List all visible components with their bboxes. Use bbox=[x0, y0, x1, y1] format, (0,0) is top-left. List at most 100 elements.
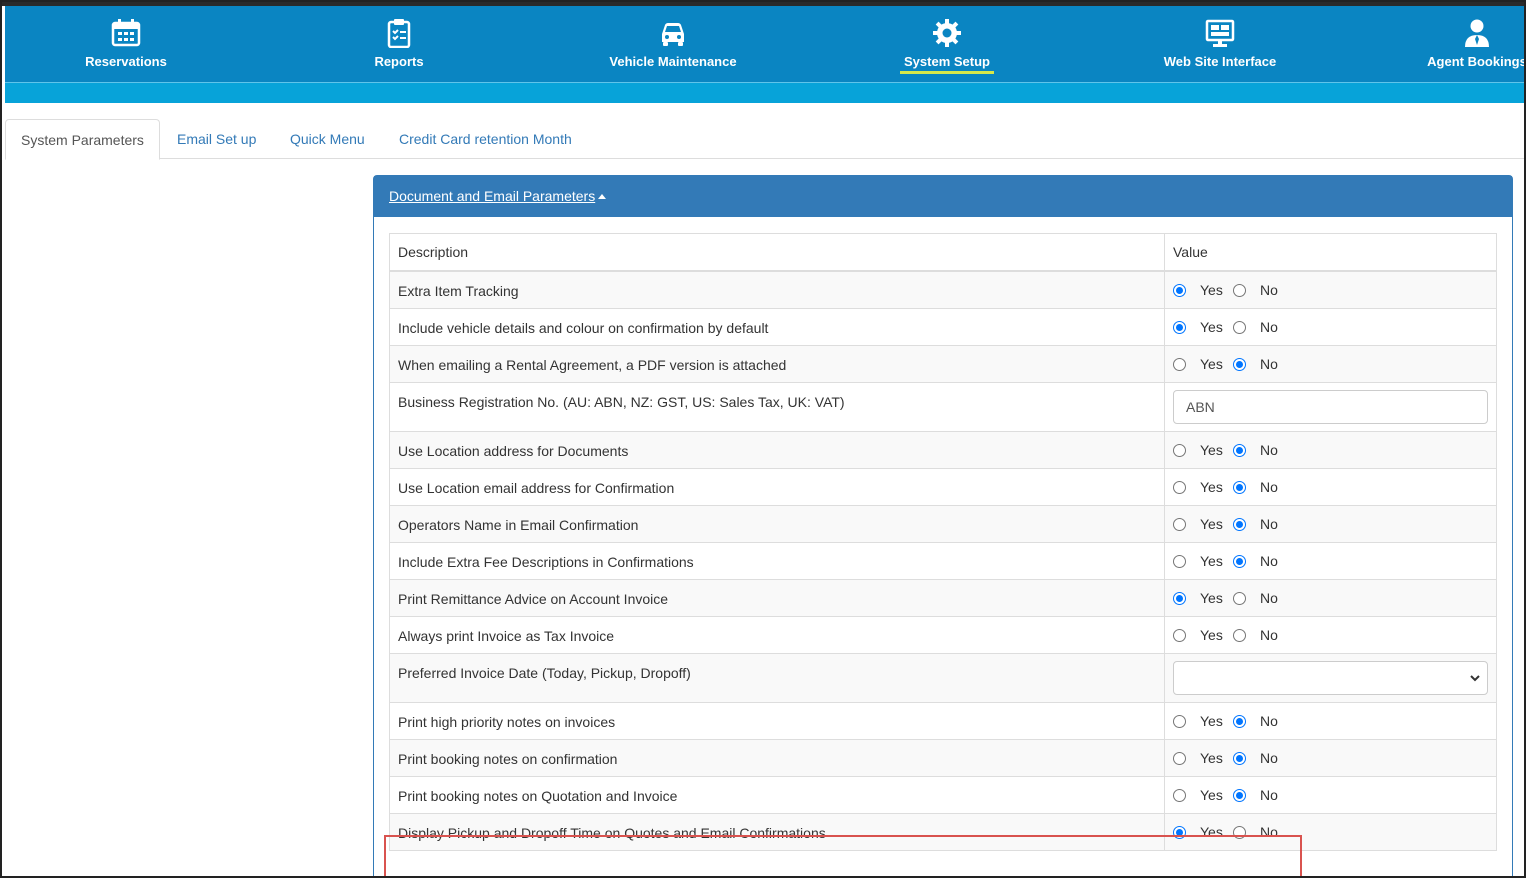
radio-option-yes[interactable]: Yes bbox=[1173, 516, 1233, 532]
radio-label: Yes bbox=[1200, 478, 1223, 495]
radio-no[interactable] bbox=[1233, 751, 1246, 765]
table-row: Operators Name in Email Confirmation Yes N… bbox=[389, 504, 1497, 543]
radio-option-yes[interactable]: Yes bbox=[1173, 442, 1233, 458]
parameter-value: Yes No bbox=[1164, 467, 1497, 506]
chevron-down-icon bbox=[1470, 674, 1480, 681]
tab-credit-card-retention[interactable]: Credit Card retention Month bbox=[384, 119, 587, 159]
radio-option-yes[interactable]: Yes bbox=[1173, 824, 1233, 840]
parameter-value: Yes No bbox=[1164, 270, 1497, 309]
radio-option-yes[interactable]: Yes bbox=[1173, 590, 1233, 606]
radio-option-no[interactable]: No bbox=[1233, 319, 1293, 335]
radio-no[interactable] bbox=[1233, 517, 1246, 531]
radio-option-no[interactable]: No bbox=[1233, 356, 1293, 372]
nav-reports[interactable]: Reports bbox=[339, 6, 459, 82]
radio-yes[interactable] bbox=[1173, 628, 1186, 642]
radio-no[interactable] bbox=[1233, 788, 1246, 802]
radio-option-no[interactable]: No bbox=[1233, 627, 1293, 643]
nav-web-site-interface[interactable]: Web Site Interface bbox=[1150, 6, 1290, 82]
panel-toggle-link[interactable]: Document and Email Parameters bbox=[389, 188, 607, 204]
nav-system-setup[interactable]: System Setup bbox=[887, 6, 1007, 82]
radio-option-no[interactable]: No bbox=[1233, 750, 1293, 766]
radio-option-yes[interactable]: Yes bbox=[1173, 750, 1233, 766]
table-body: Extra Item Tracking Yes No Include vehicle … bbox=[389, 270, 1497, 851]
radio-yes[interactable] bbox=[1173, 591, 1186, 605]
radio-option-no[interactable]: No bbox=[1233, 442, 1293, 458]
radio-option-yes[interactable]: Yes bbox=[1173, 627, 1233, 643]
radio-option-no[interactable]: No bbox=[1233, 590, 1293, 606]
business-registration-input[interactable]: ABN bbox=[1173, 389, 1488, 424]
radio-yes[interactable] bbox=[1173, 443, 1186, 457]
nav-agent-bookings[interactable]: Agent Bookings bbox=[1417, 6, 1524, 82]
radio-yes[interactable] bbox=[1173, 554, 1186, 568]
parameter-description: Preferred Invoice Date (Today, Pickup, D… bbox=[389, 652, 1165, 703]
tab-email-set-up[interactable]: Email Set up bbox=[162, 119, 271, 159]
radio-no[interactable] bbox=[1233, 825, 1246, 839]
table-row: Print booking notes on Quotation and Inv… bbox=[389, 775, 1497, 814]
radio-label: No bbox=[1260, 589, 1278, 606]
radio-yes[interactable] bbox=[1173, 751, 1186, 765]
radio-no[interactable] bbox=[1233, 628, 1246, 642]
nav-label: Reservations bbox=[85, 54, 167, 69]
tab-quick-menu[interactable]: Quick Menu bbox=[275, 119, 380, 159]
radio-no[interactable] bbox=[1233, 283, 1246, 297]
radio-option-no[interactable]: No bbox=[1233, 713, 1293, 729]
table-row: Always print Invoice as Tax Invoice Yes No bbox=[389, 615, 1497, 654]
user-icon bbox=[1465, 19, 1489, 47]
nav-label: Reports bbox=[374, 54, 424, 69]
radio-yes[interactable] bbox=[1173, 283, 1186, 297]
radio-option-no[interactable]: No bbox=[1233, 787, 1293, 803]
radio-option-no[interactable]: No bbox=[1233, 516, 1293, 532]
radio-no[interactable] bbox=[1233, 480, 1246, 494]
radio-yes[interactable] bbox=[1173, 480, 1186, 494]
radio-label: No bbox=[1260, 786, 1278, 803]
radio-no[interactable] bbox=[1233, 357, 1246, 371]
radio-option-yes[interactable]: Yes bbox=[1173, 713, 1233, 729]
radio-no[interactable] bbox=[1233, 443, 1246, 457]
table-row: Print booking notes on confirmation Yes No bbox=[389, 738, 1497, 777]
radio-yes[interactable] bbox=[1173, 788, 1186, 802]
radio-label: Yes bbox=[1200, 281, 1223, 298]
parameter-description: Always print Invoice as Tax Invoice bbox=[389, 615, 1165, 654]
radio-label: Yes bbox=[1200, 589, 1223, 606]
radio-label: Yes bbox=[1200, 552, 1223, 569]
radio-option-no[interactable]: No bbox=[1233, 479, 1293, 495]
radio-label: No bbox=[1260, 478, 1278, 495]
radio-option-no[interactable]: No bbox=[1233, 553, 1293, 569]
radio-option-yes[interactable]: Yes bbox=[1173, 319, 1233, 335]
table-row: Print high priority notes on invoices Yes… bbox=[389, 701, 1497, 740]
radio-option-yes[interactable]: Yes bbox=[1173, 356, 1233, 372]
radio-label: Yes bbox=[1200, 441, 1223, 458]
car-icon bbox=[662, 23, 684, 46]
radio-option-no[interactable]: No bbox=[1233, 824, 1293, 840]
radio-no[interactable] bbox=[1233, 714, 1246, 728]
monitor-icon bbox=[1205, 19, 1235, 47]
parameter-value: Yes No bbox=[1164, 541, 1497, 580]
radio-option-yes[interactable]: Yes bbox=[1173, 553, 1233, 569]
invoice-date-select[interactable] bbox=[1173, 660, 1488, 695]
radio-label: No bbox=[1260, 355, 1278, 372]
radio-option-no[interactable]: No bbox=[1233, 282, 1293, 298]
parameter-value bbox=[1164, 652, 1497, 703]
radio-option-yes[interactable]: Yes bbox=[1173, 787, 1233, 803]
radio-label: No bbox=[1260, 712, 1278, 729]
parameter-value: Yes No bbox=[1164, 430, 1497, 469]
radio-yes[interactable] bbox=[1173, 517, 1186, 531]
radio-no[interactable] bbox=[1233, 554, 1246, 568]
radio-yes[interactable] bbox=[1173, 714, 1186, 728]
radio-yes[interactable] bbox=[1173, 320, 1186, 334]
tab-system-parameters[interactable]: System Parameters bbox=[5, 119, 160, 160]
radio-yes[interactable] bbox=[1173, 357, 1186, 371]
radio-option-yes[interactable]: Yes bbox=[1173, 479, 1233, 495]
nav-vehicle-maintenance[interactable]: Vehicle Maintenance bbox=[593, 6, 753, 82]
radio-no[interactable] bbox=[1233, 591, 1246, 605]
radio-yes[interactable] bbox=[1173, 825, 1186, 839]
nav-reservations[interactable]: Reservations bbox=[66, 6, 186, 82]
radio-option-yes[interactable]: Yes bbox=[1173, 282, 1233, 298]
sub-navigation-bar bbox=[5, 82, 1524, 103]
radio-label: No bbox=[1260, 626, 1278, 643]
radio-no[interactable] bbox=[1233, 320, 1246, 334]
parameter-value: Yes No bbox=[1164, 578, 1497, 617]
radio-label: No bbox=[1260, 749, 1278, 766]
parameter-description: Print Remittance Advice on Account Invoi… bbox=[389, 578, 1165, 617]
radio-label: No bbox=[1260, 281, 1278, 298]
